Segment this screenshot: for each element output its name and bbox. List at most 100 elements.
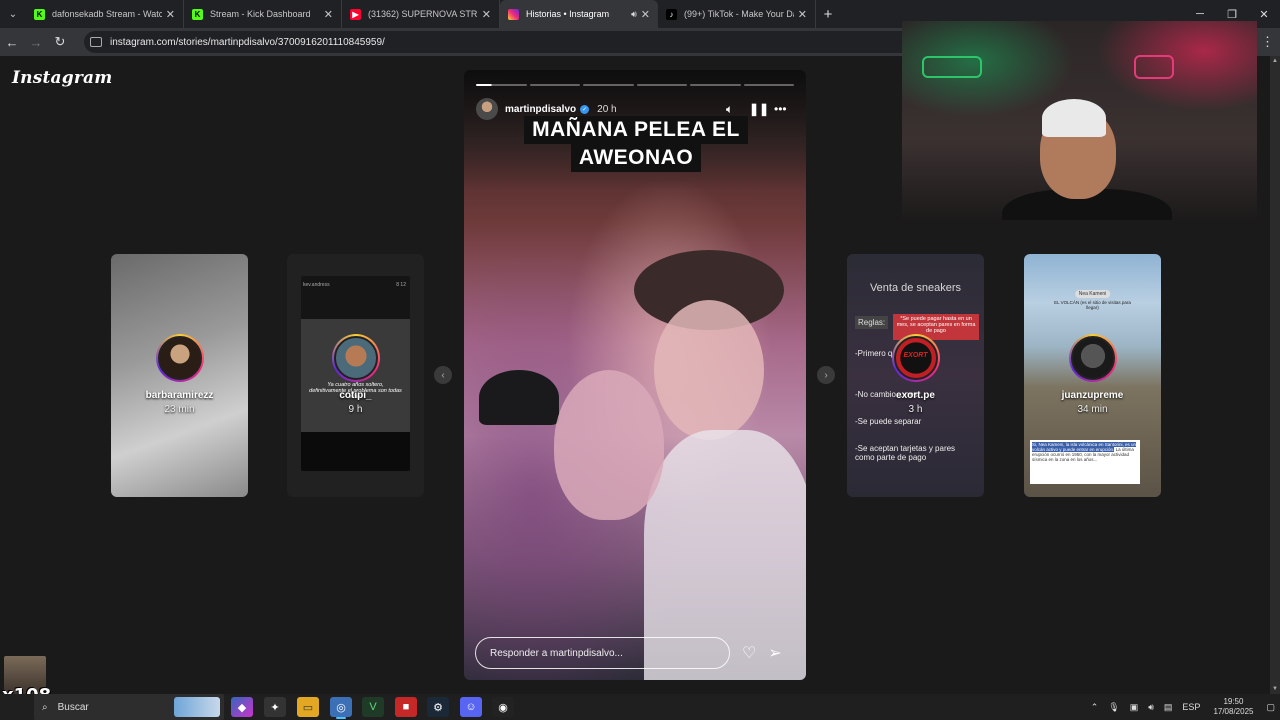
discord-icon[interactable]: ☺ [460,697,482,717]
story-time: 3 h [908,404,923,415]
volume-icon[interactable]: 🔊︎ [1148,702,1154,713]
clock-date: 17/08/2025 [1213,707,1254,716]
tab-search-button[interactable]: ⌄ [0,0,26,28]
story-time: 34 min [1077,404,1108,415]
browser-menu-icon[interactable]: ⋮ [1261,28,1274,56]
side-story-juanzupreme[interactable]: Nea Kameni EL VOLCÁN (es el sitio de vis… [1024,254,1161,497]
instagram-logo[interactable]: Instagram [12,68,112,88]
reply-row: ♡ ➢ [475,637,795,669]
start-button[interactable] [0,694,36,720]
avatar [331,334,380,382]
tab-tiktok[interactable]: ♪ (99+) TikTok - Make Your Day ✕ [658,0,816,28]
location-tag: Nea Kameni [1074,290,1111,298]
search-icon: ⌕ [42,701,48,713]
previous-story-button[interactable]: ‹ [434,366,452,384]
progress-segment [743,84,794,86]
taskbar-search[interactable]: ⌕ Buscar [34,694,224,720]
search-label: Buscar [57,701,89,713]
tab-kick-stream[interactable]: K dafonsekadb Stream - Watch Li ✕ [26,0,184,28]
close-icon[interactable]: ✕ [482,8,491,21]
close-icon[interactable]: ✕ [324,8,333,21]
photo-shape [554,370,664,520]
side-story-barbaramirezz[interactable]: barbaramirezz 23 min [111,254,248,497]
avatar-logo-text: EXORT [903,352,928,359]
clock-time: 19:50 [1223,697,1244,706]
search-highlight-image [174,697,220,717]
tray-icon[interactable]: ▤ [1164,702,1173,713]
preview-time: 8 12 [396,282,406,288]
story-username: juanzupreme [1061,390,1124,401]
reload-button[interactable]: ↻ [48,28,72,56]
streamer-cap [1042,99,1106,137]
main-story[interactable]: martinpdisalvo ✓ 20 h 🔈︎ ❚❚ ••• MAÑANA P… [464,70,806,680]
photo-shape [654,300,764,440]
neon-sign [922,56,982,78]
site-info-icon[interactable] [90,37,102,47]
obs-icon[interactable]: ◉ [492,697,514,717]
heart-icon[interactable]: ♡ [742,643,756,663]
forward-button[interactable]: → [24,28,48,56]
new-tab-button[interactable]: + [816,0,840,28]
story-username: cotipi_ [339,390,372,401]
progress-segment [476,84,527,86]
steam-icon[interactable]: ⚙ [427,697,449,717]
preview-title: Venta de sneakers [869,282,962,294]
progress-segment [583,84,634,86]
preview-textbox: Si, Nea Kameni, la isla volcánica en San… [1030,440,1140,484]
preview-caption: EL VOLCÁN (es el sitio de visitas para l… [1054,300,1131,310]
photo-shape [479,370,559,425]
avatar[interactable] [476,98,498,120]
story-caption: MAÑANA PELEA EL AWEONAO [512,116,760,172]
page-scrollbar[interactable] [1270,56,1280,694]
preview-label: Reglas: [855,316,889,329]
notifications-icon[interactable]: ▢ [1266,702,1275,713]
side-story-cotipi[interactable]: kev.andress 8 12 Ya cuatro años soltero,… [287,254,424,497]
system-tray: ⌃ 🎙︎ ▣ 🔊︎ ▤ ESP 19:50 17/08/2025 ▢ [1086,694,1280,720]
microsoft-365-icon[interactable]: ✦ [264,697,286,717]
clock[interactable]: 19:50 17/08/2025 [1213,697,1253,717]
preview-rule: -Se aceptan tarjetas y pares como parte … [855,444,956,462]
tab-kick-dashboard[interactable]: K Stream - Kick Dashboard ✕ [184,0,342,28]
url-text: instagram.com/stories/martinpdisalvo/370… [110,36,385,48]
chrome-icon[interactable]: ◎ [330,697,352,719]
kick-icon: K [34,8,45,20]
close-icon[interactable]: ✕ [166,8,175,21]
app-red-icon[interactable]: ■ [395,697,417,717]
chevron-left-icon: ‹ [441,369,445,381]
story-time: 9 h [348,404,363,415]
tab-label: (31362) SUPERNOVA STRIKERS [368,9,478,19]
send-icon[interactable]: ➢ [768,643,781,663]
story-username[interactable]: martinpdisalvo [505,104,576,115]
story-progress-bar [476,84,794,86]
microphone-icon[interactable]: 🎙︎ [1108,702,1119,713]
vegas-icon[interactable]: V [362,697,384,717]
copilot-icon[interactable]: ◆ [231,697,253,717]
reply-input[interactable] [475,637,730,669]
more-options-icon[interactable]: ••• [774,102,787,116]
tab-instagram[interactable]: Historias • Instagram 🔊︎ ✕ [500,0,658,28]
avatar [155,334,204,382]
pause-icon[interactable]: ❚❚ [749,102,769,116]
file-explorer-icon[interactable]: ▭ [297,697,319,717]
neon-sign [1134,55,1174,79]
story-username: barbaramirezz [145,390,214,401]
tab-label: Historias • Instagram [526,9,610,19]
next-story-button[interactable]: › [817,366,835,384]
progress-segment [636,84,687,86]
progress-segment [529,84,580,86]
youtube-icon: ▶ [350,8,361,20]
instagram-icon [508,8,519,20]
close-icon[interactable]: ✕ [641,8,650,21]
language-indicator[interactable]: ESP [1182,702,1200,712]
chevron-up-icon[interactable]: ⌃ [1091,702,1099,713]
tab-label: dafonsekadb Stream - Watch Li [52,9,162,19]
progress-segment [690,84,741,86]
close-icon[interactable]: ✕ [798,8,807,21]
back-button[interactable]: ← [0,28,24,56]
story-time: 23 min [164,404,195,415]
side-story-exort[interactable]: Venta de sneakers Reglas: *Se puede paga… [847,254,984,497]
tab-youtube[interactable]: ▶ (31362) SUPERNOVA STRIKERS ✕ [342,0,500,28]
network-icon[interactable]: ▣ [1130,702,1139,713]
speaker-icon[interactable]: 🔊︎ [631,9,637,20]
mute-icon[interactable]: 🔈︎ [726,102,733,117]
